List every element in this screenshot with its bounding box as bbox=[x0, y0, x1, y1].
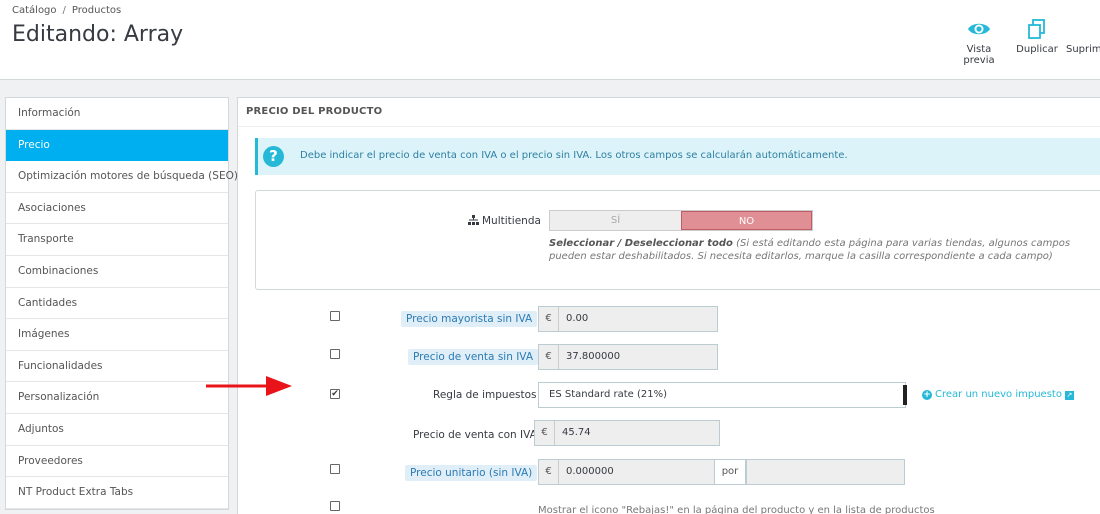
price-excl-checkbox[interactable] bbox=[330, 349, 340, 359]
sitemap-icon bbox=[468, 215, 479, 225]
sidebar-item[interactable]: Adjuntos bbox=[6, 414, 228, 446]
price-incl-label: Precio de venta con IVA bbox=[413, 429, 537, 441]
multistore-label: Multitienda bbox=[468, 215, 541, 227]
multistore-text: Multitienda bbox=[482, 215, 541, 227]
sidebar-item[interactable]: Precio bbox=[6, 129, 228, 162]
eye-icon bbox=[968, 23, 990, 35]
sidebar-item[interactable]: Proveedores bbox=[6, 446, 228, 478]
sidebar-item[interactable]: Información bbox=[6, 98, 228, 130]
trash-icon bbox=[1066, 18, 1100, 40]
wholesale-label: Precio mayorista sin IVA bbox=[401, 311, 538, 327]
currency-addon: € bbox=[535, 421, 555, 445]
tax-rule-row: ✔ Regla de impuestos ES Standard rate (2… bbox=[238, 382, 1100, 410]
wholesale-value: 0.00 bbox=[566, 313, 589, 324]
divider bbox=[238, 126, 1100, 127]
chevron-down-icon bbox=[901, 385, 907, 405]
tax-rule-value: ES Standard rate (21%) bbox=[549, 389, 668, 400]
create-tax-link[interactable]: + Crear un nuevo impuesto ↗ bbox=[922, 389, 1074, 400]
price-excl-row: Precio de venta sin IVA € 37.800000 bbox=[238, 342, 1100, 370]
price-incl-row: Precio de venta con IVA € 45.74 bbox=[238, 418, 1100, 446]
sidebar-item[interactable]: Optimización motores de búsqueda (SEO) bbox=[6, 161, 238, 193]
info-alert: ? Debe indicar el precio de venta con IV… bbox=[255, 138, 1100, 175]
duplicate-label: Duplicar bbox=[1016, 44, 1058, 55]
sidebar-item[interactable]: Combinaciones bbox=[6, 256, 228, 288]
breadcrumb-products[interactable]: Productos bbox=[72, 5, 121, 16]
wholesale-price-input[interactable]: € 0.00 bbox=[538, 306, 718, 332]
page-title: Editando: Array bbox=[12, 22, 184, 47]
unit-price-input[interactable]: € 0.000000 bbox=[538, 459, 715, 485]
sidebar-item[interactable]: Funcionalidades bbox=[6, 351, 228, 383]
breadcrumb-separator: / bbox=[62, 5, 66, 16]
sidebar-item[interactable]: Transporte bbox=[6, 224, 228, 256]
unit-input[interactable] bbox=[746, 459, 905, 485]
page-header: Catálogo / Productos Editando: Array Vista… bbox=[0, 0, 1100, 80]
sidebar-item[interactable]: Cantidades bbox=[6, 288, 228, 320]
multistore-box: Multitienda SÍ NO Seleccionar / Deselecc… bbox=[255, 190, 1100, 290]
wholesale-price-row: Precio mayorista sin IVA € 0.00 bbox=[238, 304, 1100, 332]
sidebar-item[interactable]: NT Product Extra Tabs bbox=[6, 477, 228, 509]
preview-label: Vista previa bbox=[963, 44, 995, 66]
on-sale-text: Mostrar el icono "Rebajas!" en la página… bbox=[538, 505, 935, 514]
external-link-icon: ↗ bbox=[1064, 391, 1074, 400]
delete-label: Suprimir bbox=[1066, 44, 1100, 55]
panel-heading: PRECIO DEL PRODUCTO bbox=[246, 106, 383, 117]
per-addon: por bbox=[714, 459, 746, 485]
unit-price-value: 0.000000 bbox=[566, 466, 614, 477]
copy-icon bbox=[1028, 19, 1045, 39]
tax-rule-checkbox[interactable]: ✔ bbox=[330, 389, 340, 399]
breadcrumb-catalog[interactable]: Catálogo bbox=[12, 5, 57, 16]
delete-button[interactable]: Suprimir bbox=[1066, 18, 1100, 55]
price-panel: PRECIO DEL PRODUCTO ? Debe indicar el pr… bbox=[237, 97, 1100, 514]
currency-addon: € bbox=[539, 345, 559, 369]
annotation-arrow-icon bbox=[206, 376, 292, 396]
price-excl-label: Precio de venta sin IVA bbox=[408, 349, 538, 365]
price-incl-input[interactable]: € 45.74 bbox=[534, 420, 720, 446]
currency-addon: € bbox=[539, 460, 559, 484]
multistore-switch[interactable]: SÍ NO bbox=[549, 210, 813, 231]
preview-button[interactable]: Vista previa bbox=[950, 18, 1008, 66]
price-excl-input[interactable]: € 37.800000 bbox=[538, 344, 718, 370]
breadcrumb: Catálogo / Productos bbox=[12, 5, 121, 16]
duplicate-button[interactable]: Duplicar bbox=[1014, 18, 1060, 55]
sidebar-item[interactable]: Asociaciones bbox=[6, 193, 228, 225]
on-sale-row: Mostrar el icono "Rebajas!" en la página… bbox=[238, 494, 1100, 514]
plus-circle-icon: + bbox=[922, 390, 932, 400]
currency-addon: € bbox=[539, 307, 559, 331]
price-excl-value: 37.800000 bbox=[566, 351, 621, 362]
unit-price-row: Precio unitario (sin IVA) € 0.000000 por bbox=[238, 457, 1100, 485]
unit-price-label: Precio unitario (sin IVA) bbox=[405, 465, 538, 481]
unit-price-checkbox[interactable] bbox=[330, 464, 340, 474]
on-sale-checkbox[interactable] bbox=[330, 501, 340, 511]
sidebar-item[interactable]: Imágenes bbox=[6, 319, 228, 351]
question-icon: ? bbox=[263, 146, 284, 167]
wholesale-checkbox[interactable] bbox=[330, 311, 340, 321]
create-tax-label: Crear un nuevo impuesto bbox=[935, 389, 1062, 400]
select-all-link[interactable]: Seleccionar / Deseleccionar todo bbox=[549, 238, 733, 249]
switch-no[interactable]: NO bbox=[681, 211, 812, 230]
tax-rule-select[interactable]: ES Standard rate (21%) bbox=[538, 382, 907, 408]
product-tabs-sidebar: Información Precio Optimización motores de… bbox=[5, 97, 238, 510]
tax-rule-label: Regla de impuestos bbox=[433, 389, 537, 401]
sidebar-item[interactable]: Personalización bbox=[6, 382, 228, 414]
alert-text: Debe indicar el precio de venta con IVA … bbox=[300, 150, 848, 161]
switch-yes[interactable]: SÍ bbox=[550, 211, 681, 230]
multistore-help: Seleccionar / Deseleccionar todo (Si est… bbox=[549, 237, 1100, 263]
price-incl-value: 45.74 bbox=[562, 427, 591, 438]
